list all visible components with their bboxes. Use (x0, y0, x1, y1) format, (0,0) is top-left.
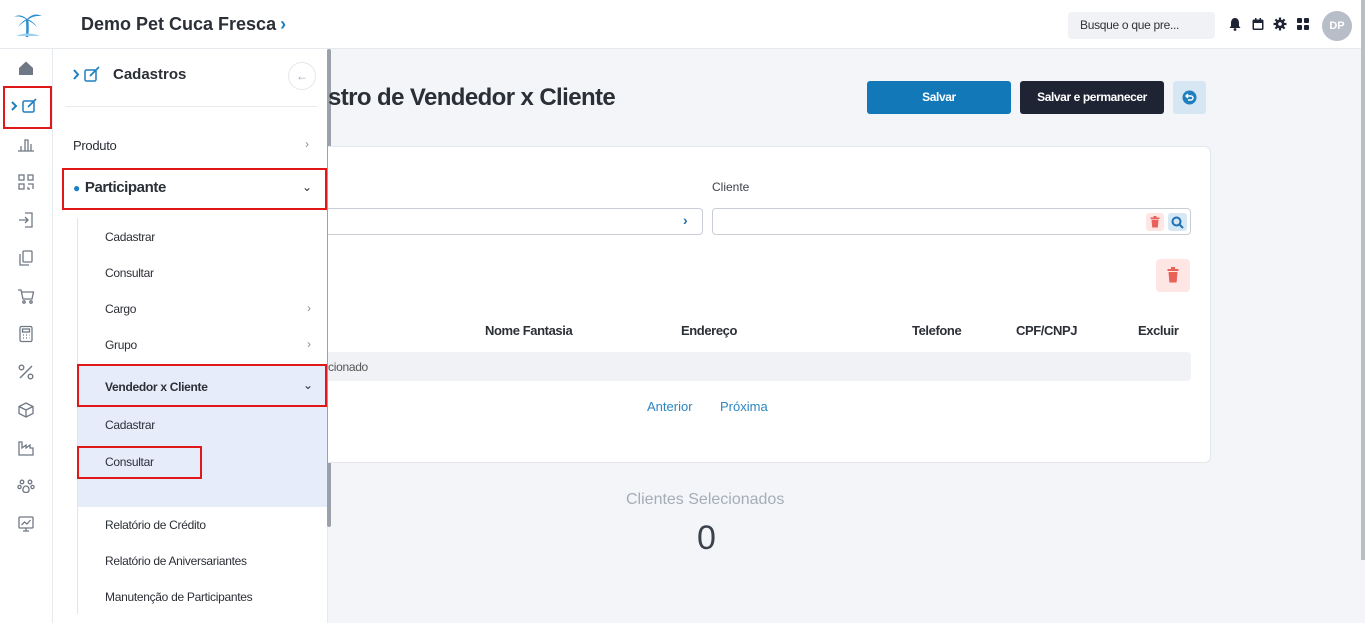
bar-chart-icon[interactable] (17, 135, 35, 153)
chevron-right-icon: › (307, 301, 311, 315)
page-title: stro de Vendedor x Cliente (328, 84, 616, 111)
search-icon (1171, 216, 1184, 229)
col-cpf-cnpj[interactable]: CPF/CNPJ (1016, 323, 1077, 338)
menu-item-produto[interactable]: Produto (73, 138, 117, 153)
vendedor-field[interactable] (328, 208, 703, 235)
divider (65, 106, 317, 107)
save-and-stay-button[interactable]: Salvar e permanecer (1020, 81, 1164, 114)
next-page-link[interactable]: Próxima (720, 399, 768, 414)
selected-clients-label: Clientes Selecionados (626, 491, 785, 508)
company-label: Demo Pet Cuca Fresca (81, 14, 277, 34)
previous-page-link[interactable]: Anterior (647, 399, 693, 414)
bell-icon[interactable] (1228, 17, 1242, 31)
highlight-box-participante (62, 168, 327, 210)
factory-icon[interactable] (17, 439, 35, 457)
company-name[interactable]: Demo Pet Cuca Fresca › (81, 14, 286, 35)
top-bar: Demo Pet Cuca Fresca › Busque o que pre..… (0, 0, 1365, 49)
menu-item-grupo[interactable]: Grupo (105, 338, 137, 352)
highlight-box-rail (3, 86, 52, 129)
flyout-title[interactable]: Cadastros (73, 66, 186, 83)
page-scrollbar[interactable] (1361, 0, 1365, 560)
calculator-icon[interactable] (17, 325, 35, 343)
highlight-box-consultar (77, 446, 202, 479)
trash-icon (1167, 267, 1179, 283)
clear-cliente-button[interactable] (1146, 213, 1164, 231)
menu-item-cargo[interactable]: Cargo (105, 302, 136, 316)
edit-icon (73, 66, 100, 82)
palm-tree-logo-icon[interactable] (12, 9, 44, 39)
trend-chart-icon[interactable] (17, 515, 35, 533)
left-rail (0, 49, 53, 623)
gear-icon[interactable] (1273, 17, 1287, 31)
chevron-right-icon: › (307, 337, 311, 351)
calendar-icon[interactable] (1251, 17, 1265, 31)
chevron-right-icon: › (280, 14, 287, 34)
undo-button[interactable] (1173, 81, 1206, 114)
cliente-label: Cliente (712, 180, 750, 194)
col-endereco[interactable]: Endereço (681, 323, 737, 338)
undo-icon (1182, 90, 1197, 105)
home-icon[interactable] (17, 59, 35, 77)
chevron-right-icon: › (305, 137, 309, 151)
menu-item-relatorio-credito[interactable]: Relatório de Crédito (105, 518, 206, 532)
chevron-right-icon[interactable]: › (683, 212, 688, 228)
documents-icon[interactable] (17, 249, 35, 267)
col-nome-fantasia[interactable]: Nome Fantasia (485, 323, 573, 338)
flyout-title-label: Cadastros (113, 66, 187, 83)
scan-icon[interactable] (17, 173, 35, 191)
login-icon[interactable] (17, 211, 35, 229)
form-card (328, 146, 1211, 463)
empty-table-text: cionado (328, 360, 368, 374)
cliente-field[interactable] (712, 208, 1191, 235)
apps-grid-icon[interactable] (1296, 17, 1310, 31)
col-telefone[interactable]: Telefone (912, 323, 962, 338)
percent-icon[interactable] (17, 363, 35, 381)
save-button[interactable]: Salvar (867, 81, 1011, 114)
paw-icon[interactable] (17, 477, 35, 495)
menu-item-consultar[interactable]: Consultar (105, 266, 154, 280)
col-excluir[interactable]: Excluir (1138, 323, 1179, 338)
search-input[interactable]: Busque o que pre... (1068, 12, 1215, 39)
menu-item-cadastrar[interactable]: Cadastrar (105, 230, 155, 244)
menu-item-relatorio-aniversariantes[interactable]: Relatório de Aniversariantes (105, 554, 247, 568)
trash-icon (1150, 216, 1160, 228)
avatar[interactable]: DP (1322, 11, 1352, 41)
search-cliente-button[interactable] (1168, 213, 1187, 231)
box-icon[interactable] (17, 401, 35, 419)
menu-item-vc-cadastrar[interactable]: Cadastrar (105, 418, 155, 432)
cadastros-flyout (53, 49, 328, 623)
menu-item-manutencao[interactable]: Manutenção de Participantes (105, 590, 253, 604)
cart-icon[interactable] (17, 287, 35, 305)
collapse-arrow-icon[interactable]: ← (288, 62, 316, 90)
highlight-box-vendedor-cliente (77, 364, 327, 407)
delete-selected-button[interactable] (1156, 259, 1190, 292)
selected-clients-count: 0 (697, 519, 716, 557)
table-row (328, 352, 1191, 381)
